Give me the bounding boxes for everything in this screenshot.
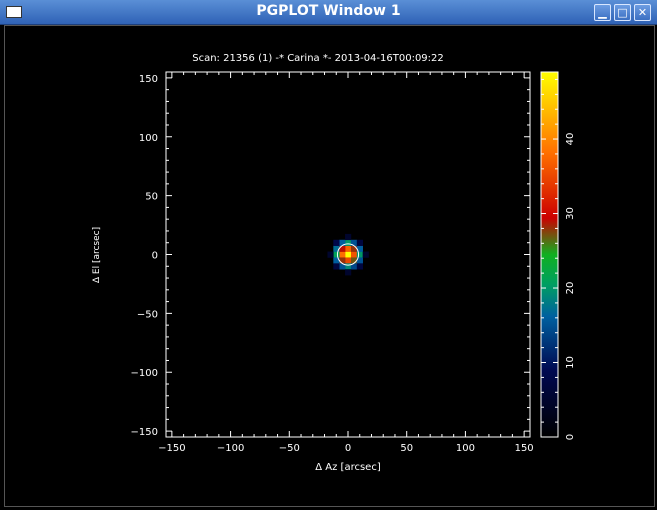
heatmap-pixel (333, 263, 340, 270)
heatmap-pixel (350, 245, 358, 252)
heatmap-pixel (362, 251, 369, 258)
x-axis-label: Δ Az [arcsec] (315, 462, 381, 473)
x-tick-label: −100 (217, 443, 244, 454)
y-tick-label: −100 (131, 368, 158, 379)
minimize-button[interactable]: ▁ (594, 4, 611, 21)
heatmap-pixel (339, 257, 346, 264)
heatmap-pixel (339, 245, 346, 252)
heatmap-pixel (356, 263, 363, 270)
y-axis-label: Δ El [arcsec] (92, 227, 102, 283)
close-button[interactable]: ✕ (634, 4, 651, 21)
heatmap-pixel (345, 251, 352, 258)
heatmap-pixel (350, 251, 358, 258)
heatmap-pixel (345, 239, 352, 246)
y-tick-label: 150 (139, 74, 158, 85)
pgplot-window: PGPLOT Window 1 ▁ □ ✕ Scan: 21356 (1) -*… (0, 0, 657, 509)
title-bar[interactable]: PGPLOT Window 1 ▁ □ ✕ (0, 0, 657, 25)
y-tick-label: 50 (145, 192, 158, 203)
plot-canvas: Scan: 21356 (1) -* Carina *- 2013-04-16T… (92, 53, 576, 473)
heatmap-pixel (333, 251, 340, 258)
plot-canvas-area: Scan: 21356 (1) -* Carina *- 2013-04-16T… (4, 25, 655, 507)
x-tick-label: −50 (279, 443, 300, 454)
x-tick-label: 100 (456, 443, 475, 454)
heatmap-pixel (356, 251, 363, 258)
heatmap-pixel (345, 269, 352, 276)
x-tick-label: −150 (158, 443, 185, 454)
colorbar-tick-label: 30 (565, 207, 576, 220)
colorbar-tick-label: 20 (565, 282, 576, 295)
window-title: PGPLOT Window 1 (256, 3, 401, 19)
heatmap-pixel (339, 251, 346, 258)
plot-title: Scan: 21356 (1) -* Carina *- 2013-04-16T… (192, 53, 444, 64)
y-tick-label: 100 (139, 133, 158, 144)
heatmap (327, 233, 369, 276)
heatmap-pixel (345, 257, 352, 264)
colorbar (540, 71, 559, 438)
x-tick-label: 50 (400, 443, 413, 454)
x-tick-label: 0 (345, 443, 351, 454)
heatmap-pixel (333, 239, 340, 246)
heatmap-pixel (345, 233, 352, 241)
heatmap-pixel (345, 263, 352, 270)
heatmap-pixel (327, 251, 334, 258)
colorbar-tick-label: 0 (565, 434, 576, 440)
colorbar-tick-label: 40 (565, 133, 576, 146)
y-tick-label: 0 (152, 251, 158, 262)
heatmap-pixel (356, 239, 363, 246)
colorbar-tick-label: 10 (565, 356, 576, 369)
x-tick-label: 150 (515, 443, 534, 454)
y-tick-label: −50 (137, 309, 158, 320)
maximize-button[interactable]: □ (614, 4, 631, 21)
y-tick-label: −150 (131, 427, 158, 438)
heatmap-pixel (345, 245, 352, 252)
